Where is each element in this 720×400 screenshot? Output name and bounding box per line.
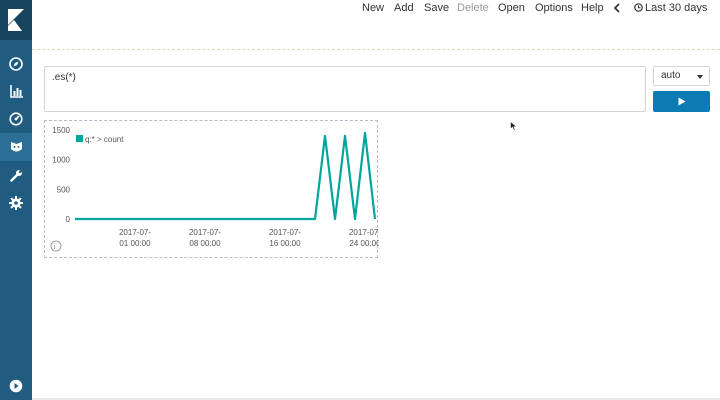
y-axis: 0 500 1000 1500 bbox=[52, 126, 70, 224]
sidebar-item-discover[interactable] bbox=[0, 50, 32, 78]
wrench-icon bbox=[9, 169, 22, 182]
legend: q:* > count bbox=[76, 135, 124, 144]
y-tick-label: 500 bbox=[57, 185, 71, 194]
sidebar-item-timelion[interactable] bbox=[0, 133, 32, 161]
time-range-label: Last 30 days bbox=[645, 2, 708, 14]
save-button[interactable]: Save bbox=[424, 2, 449, 14]
info-icon[interactable]: i bbox=[50, 240, 62, 252]
header-divider bbox=[32, 49, 720, 50]
help-button[interactable]: Help bbox=[581, 2, 604, 14]
previous-time-button[interactable] bbox=[613, 3, 620, 16]
sidebar-item-devtools[interactable] bbox=[0, 161, 32, 189]
kibana-logo[interactable] bbox=[0, 0, 32, 40]
legend-swatch bbox=[76, 135, 83, 142]
expression-text: .es(*) bbox=[52, 72, 76, 83]
chart-svg: 0 500 1000 1500 2017-07- 01 00:00 2017-07- 08 … bbox=[50, 126, 379, 252]
x-tick-label: 2017-07- bbox=[189, 228, 221, 237]
delete-button[interactable]: Delete bbox=[457, 2, 489, 14]
interval-select[interactable]: auto bbox=[653, 66, 710, 86]
x-tick-label: 24 00:00 bbox=[349, 239, 379, 248]
sidebar-item-management[interactable] bbox=[0, 189, 32, 217]
y-tick-label: 1500 bbox=[52, 126, 70, 135]
clock-icon bbox=[634, 3, 643, 12]
y-tick-label: 1000 bbox=[52, 156, 70, 165]
x-tick-label: 08 00:00 bbox=[189, 239, 221, 248]
y-tick-label: 0 bbox=[66, 215, 71, 224]
x-tick-label: 2017-07- bbox=[119, 228, 151, 237]
chevron-down-icon bbox=[697, 75, 703, 79]
x-tick-label: 2017-07- bbox=[269, 228, 301, 237]
play-icon bbox=[678, 97, 685, 106]
x-tick-label: 16 00:00 bbox=[269, 239, 301, 248]
add-button[interactable]: Add bbox=[394, 2, 414, 14]
mouse-cursor-icon bbox=[510, 121, 517, 131]
dashboard-icon bbox=[9, 112, 23, 126]
svg-text:i: i bbox=[54, 244, 56, 251]
compass-icon bbox=[9, 57, 23, 71]
sidebar bbox=[0, 0, 32, 400]
new-button[interactable]: New bbox=[362, 2, 384, 14]
chevron-left-icon bbox=[613, 3, 620, 13]
sidebar-item-dashboard[interactable] bbox=[0, 105, 32, 133]
legend-label: q:* > count bbox=[85, 135, 124, 144]
gear-icon bbox=[9, 196, 23, 210]
bar-chart-icon bbox=[9, 84, 23, 98]
top-menu: New Add Save Delete Open Options Help La… bbox=[32, 0, 720, 20]
expression-input[interactable]: .es(*) bbox=[44, 66, 646, 112]
chart-panel[interactable]: 0 500 1000 1500 2017-07- 01 00:00 2017-07- 08 … bbox=[44, 120, 379, 258]
run-button[interactable] bbox=[653, 91, 710, 112]
time-picker[interactable]: Last 30 days bbox=[634, 2, 707, 14]
x-tick-label: 2017-07- bbox=[349, 228, 379, 237]
x-tick-label: 01 00:00 bbox=[119, 239, 151, 248]
timelion-icon bbox=[10, 141, 22, 151]
x-axis: 2017-07- 01 00:00 2017-07- 08 00:00 2017-07-… bbox=[119, 228, 379, 248]
kibana-logo-icon bbox=[8, 9, 24, 31]
interval-value: auto bbox=[661, 70, 681, 81]
sidebar-collapse-button[interactable] bbox=[0, 372, 32, 400]
options-button[interactable]: Options bbox=[535, 2, 573, 14]
collapse-icon bbox=[9, 379, 23, 393]
series-line bbox=[75, 131, 377, 221]
open-button[interactable]: Open bbox=[498, 2, 525, 14]
sidebar-item-visualize[interactable] bbox=[0, 77, 32, 105]
